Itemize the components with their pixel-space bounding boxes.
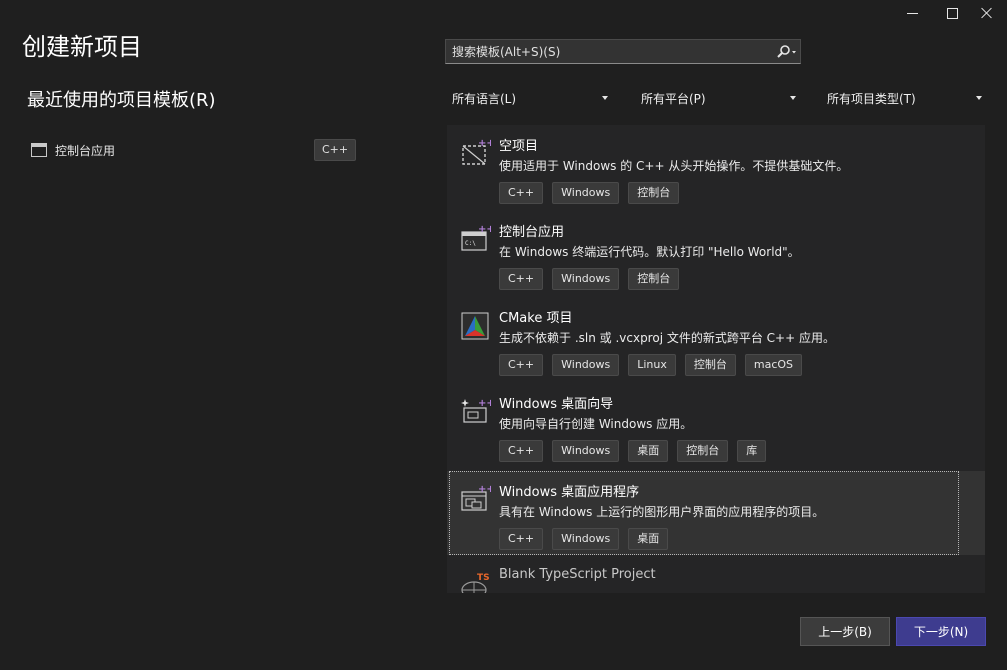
search-box [445, 39, 801, 64]
template-description: 使用向导自行创建 Windows 应用。 [499, 417, 693, 431]
tag: Windows [552, 354, 620, 376]
template-tags: C++ Windows Linux 控制台 macOS [499, 354, 803, 376]
platform-filter-dropdown[interactable]: 所有平台(P) [641, 86, 798, 110]
tag: 桌面 [628, 440, 669, 462]
typescript-project-icon: TS [461, 570, 491, 593]
tag: 桌面 [628, 528, 669, 550]
minimize-icon [906, 12, 918, 14]
search-input[interactable] [446, 40, 766, 63]
template-item-console-app[interactable]: C:\ ++ 控制台应用 在 Windows 终端运行代码。默认打印 "Hell… [447, 211, 985, 295]
svg-text:C:\: C:\ [465, 240, 476, 247]
template-item-cmake[interactable]: CMake 项目 生成不依赖于 .sln 或 .vcxproj 文件的新式跨平台… [447, 297, 985, 381]
template-title: 控制台应用 [499, 225, 565, 240]
tag: C++ [499, 354, 544, 376]
tag: 控制台 [684, 354, 736, 376]
project-type-filter-dropdown[interactable]: 所有项目类型(T) [827, 86, 984, 110]
desktop-app-icon: ++ [461, 484, 495, 514]
tag: Windows [552, 268, 620, 290]
page-title: 创建新项目 [22, 33, 142, 61]
desktop-wizard-icon: ++ [461, 396, 495, 426]
cmake-icon [461, 310, 491, 340]
tag: Linux [628, 354, 676, 376]
template-tags: C++ Windows 桌面 控制台 库 [499, 440, 767, 462]
console-app-icon [31, 143, 47, 157]
template-title: CMake 项目 [499, 311, 573, 326]
tag: Windows [552, 440, 620, 462]
tag: C++ [499, 440, 544, 462]
empty-project-icon: ++ [461, 138, 495, 168]
template-item-desktop-wizard[interactable]: ++ Windows 桌面向导 使用向导自行创建 Windows 应用。 C++… [447, 383, 985, 467]
template-description: 使用适用于 Windows 的 C++ 从头开始操作。不提供基础文件。 [499, 159, 849, 173]
tag: 控制台 [628, 268, 680, 290]
recent-templates-heading: 最近使用的项目模板(R) [27, 90, 216, 111]
search-icon[interactable] [776, 44, 796, 60]
template-item-desktop-app[interactable]: ++ Windows 桌面应用程序 具有在 Windows 上运行的图形用户界面… [447, 471, 985, 555]
maximize-icon [946, 7, 958, 19]
template-title: 空项目 [499, 139, 539, 154]
template-item-typescript[interactable]: TS Blank TypeScript Project [447, 557, 985, 593]
template-title: Windows 桌面应用程序 [499, 485, 640, 500]
tag: Windows [552, 528, 620, 550]
svg-text:++: ++ [478, 484, 491, 495]
tag: C++ [499, 268, 544, 290]
template-list[interactable]: ++ 空项目 使用适用于 Windows 的 C++ 从头开始操作。不提供基础文… [447, 125, 985, 593]
chevron-down-icon [602, 96, 608, 100]
recent-template-item[interactable]: 控制台应用 C++ [27, 139, 357, 161]
console-app-icon: C:\ ++ [461, 224, 495, 254]
language-filter-dropdown[interactable]: 所有语言(L) [452, 86, 610, 110]
platform-filter-label: 所有平台(P) [641, 91, 706, 106]
close-icon [981, 7, 993, 19]
template-title: Blank TypeScript Project [499, 567, 656, 582]
next-button[interactable]: 下一步(N) [896, 617, 986, 646]
tag: 库 [737, 440, 767, 462]
template-tags: C++ Windows 控制台 [499, 182, 680, 204]
minimize-button[interactable] [890, 0, 934, 26]
tag: 控制台 [628, 182, 680, 204]
template-tags: C++ Windows 控制台 [499, 268, 680, 290]
recent-template-tag: C++ [314, 139, 357, 161]
template-title: Windows 桌面向导 [499, 397, 614, 412]
template-description: 在 Windows 终端运行代码。默认打印 "Hello World"。 [499, 245, 800, 259]
chevron-down-icon [976, 96, 982, 100]
tag: C++ [499, 528, 544, 550]
svg-text:TS: TS [477, 573, 490, 583]
tag: Windows [552, 182, 620, 204]
template-item-empty-project[interactable]: ++ 空项目 使用适用于 Windows 的 C++ 从头开始操作。不提供基础文… [447, 125, 985, 209]
svg-text:++: ++ [478, 398, 491, 409]
back-button[interactable]: 上一步(B) [800, 617, 890, 646]
recent-template-label: 控制台应用 [55, 143, 116, 158]
template-description: 具有在 Windows 上运行的图形用户界面的应用程序的项目。 [499, 505, 825, 519]
tag: macOS [744, 354, 803, 376]
template-description: 生成不依赖于 .sln 或 .vcxproj 文件的新式跨平台 C++ 应用。 [499, 331, 835, 345]
svg-text:++: ++ [478, 138, 491, 149]
project-type-filter-label: 所有项目类型(T) [827, 91, 916, 106]
close-button[interactable] [965, 0, 1007, 26]
svg-text:++: ++ [478, 224, 491, 235]
chevron-down-icon [790, 96, 796, 100]
tag: C++ [499, 182, 544, 204]
template-tags: C++ Windows 桌面 [499, 528, 669, 550]
language-filter-label: 所有语言(L) [452, 91, 517, 106]
tag: 控制台 [677, 440, 729, 462]
